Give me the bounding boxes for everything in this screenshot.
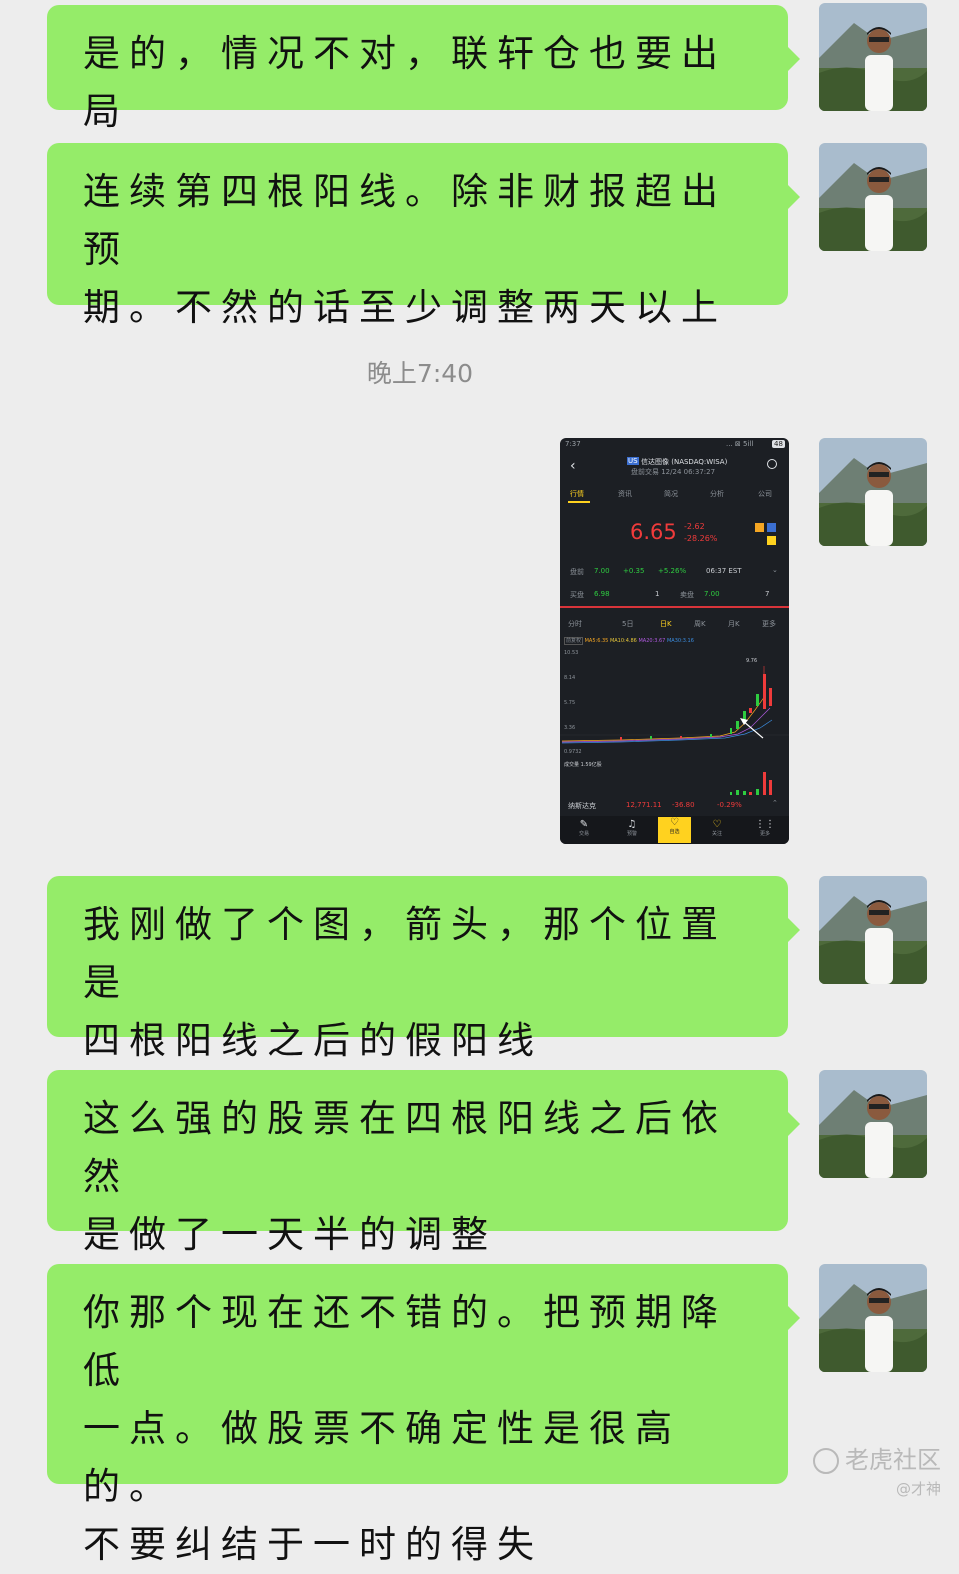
ma5: MA5:6.35 (584, 638, 609, 644)
flag-icon (767, 523, 776, 532)
avatar[interactable] (819, 1264, 927, 1372)
pencil-icon: ✎ (579, 819, 589, 830)
tab-company[interactable]: 公司 (758, 489, 772, 499)
nav-watchlist[interactable]: ♡ 自选 (658, 817, 691, 843)
ma-legend: 前复权 MA5:6.35 MA10:4.86 MA20:3.67 MA30:3.… (564, 637, 694, 645)
avatar[interactable] (819, 143, 927, 251)
tab-analysis[interactable]: 分析 (710, 489, 724, 499)
nav-follow[interactable]: ♡ 关注 (705, 819, 729, 837)
tab-quote[interactable]: 行情 (570, 489, 584, 499)
bell-icon: ♫ (627, 819, 637, 830)
flag-icon (767, 536, 776, 545)
period-tab[interactable]: 周K (694, 619, 706, 629)
avatar[interactable] (819, 438, 927, 546)
ask-qty: 7 (765, 590, 770, 598)
watermark-brand: 老虎社区 (813, 1440, 941, 1475)
premarket-pct: +5.26% (658, 567, 687, 575)
index-value: 12,771.11 (626, 801, 662, 809)
heart-icon: ♡ (670, 817, 679, 828)
period-tab[interactable]: 更多 (762, 619, 776, 629)
last-price: 6.65 (630, 520, 677, 544)
avatar[interactable] (819, 1070, 927, 1178)
price-change-pct: -28.26% (684, 534, 718, 543)
status-icons: ... ⊠ 5ill (726, 440, 754, 448)
bid-label: 买盘 (570, 591, 584, 599)
tab-profile[interactable]: 简况 (664, 489, 678, 499)
stock-name: 信达图像 (NASDAQ:WISA) (641, 458, 728, 466)
chevron-up-icon[interactable]: ⌃ (772, 799, 778, 807)
tab-indicator (568, 501, 590, 503)
back-icon[interactable]: ‹ (570, 458, 576, 474)
nav-alert[interactable]: ♫ 预警 (620, 819, 644, 837)
nav-more[interactable]: ⋮⋮ 更多 (753, 819, 777, 837)
index-change: -36.80 (672, 801, 695, 809)
period-tab[interactable]: 月K (728, 619, 740, 629)
divider (560, 606, 789, 608)
message-bubble[interactable]: 是的，情况不对，联轩仓也要出局 (47, 5, 800, 133)
ma10: MA10:4.86 (609, 638, 637, 644)
bid-qty: 1 (655, 590, 660, 598)
ask-price: 7.00 (704, 590, 720, 598)
volume-label: 成交量 1.59亿股 (564, 762, 602, 768)
premarket-price: 7.00 (594, 567, 610, 575)
tab-news[interactable]: 资讯 (618, 489, 632, 499)
status-time: 7:37 (565, 440, 581, 448)
nav-trade[interactable]: ✎ 交易 (572, 819, 596, 837)
message-bubble[interactable]: 你那个现在还不错的。把预期降低 一点。做股票不确定性是很高的。 不要纠结于一时的… (47, 1264, 800, 1566)
grid-icon: ⋮⋮ (755, 819, 775, 830)
ma-adjust: 前复权 (564, 637, 584, 645)
flag-icon (755, 523, 764, 532)
heart-outline-icon: ♡ (712, 819, 722, 830)
watermark-logo-icon (813, 1448, 839, 1474)
market-badge: US (627, 457, 639, 465)
premarket-label: 盘前 (570, 568, 584, 576)
battery-icon: 48 (772, 440, 785, 448)
nav-label: 关注 (711, 831, 722, 837)
message-bubble[interactable]: 我刚做了个图，箭头，那个位置是 四根阳线之后的假阳线 (47, 876, 800, 1062)
nav-label: 自选 (669, 829, 680, 835)
period-tab[interactable]: 分时 (568, 619, 582, 629)
index-name: 纳斯达克 (568, 802, 596, 810)
search-icon[interactable] (767, 459, 777, 469)
ma20: MA20:3.67 (638, 638, 666, 644)
message-bubble[interactable]: 这么强的股票在四根阳线之后依然 是做了一天半的调整 (47, 1070, 800, 1256)
avatar[interactable] (819, 876, 927, 984)
message-timestamp: 晚上7:40 (366, 359, 474, 388)
chevron-down-icon[interactable]: ⌄ (772, 566, 778, 574)
nav-label: 预警 (626, 831, 637, 837)
watermark-brand-text: 老虎社区 (845, 1446, 941, 1474)
nav-label: 交易 (578, 831, 589, 837)
avatar[interactable] (819, 3, 927, 111)
message-bubble[interactable]: 连续第四根阳线。除非财报超出预 期。不然的话至少调整两天以上 (47, 143, 800, 329)
premarket-time: 06:37 EST (706, 567, 742, 575)
index-pct: -0.29% (717, 801, 742, 809)
nav-label: 更多 (759, 831, 770, 837)
watermark-user: @才神 (895, 1480, 941, 1498)
bid-price: 6.98 (594, 590, 610, 598)
stock-subtitle: 盘前交易 12/24 06:37:27 (631, 468, 716, 476)
period-tab[interactable]: 5日 (622, 619, 633, 629)
period-tab-active[interactable]: 日K (660, 619, 672, 629)
premarket-change: +0.35 (623, 567, 645, 575)
ma30: MA30:3.16 (666, 638, 694, 644)
price-change: -2.62 (684, 522, 705, 531)
volume-bars (730, 772, 772, 795)
ask-label: 卖盘 (680, 591, 694, 599)
image-message[interactable]: 7:37 ... ⊠ 5ill 48 ‹ US 信达图像 (NASDAQ:WIS… (560, 438, 789, 844)
